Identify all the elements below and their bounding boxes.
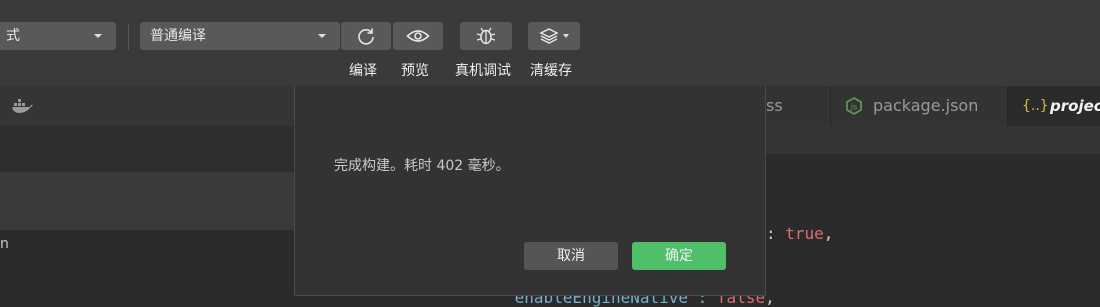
debug-label: 真机调试 (455, 63, 511, 79)
chevron-down-icon (318, 34, 326, 38)
code-line: : true, (766, 224, 834, 243)
toolbar-divider (128, 24, 129, 50)
sidebar-row (0, 172, 294, 230)
chevron-down-icon (94, 34, 102, 38)
eye-icon (406, 30, 430, 42)
editor-breadcrumb-bar (766, 126, 1100, 154)
compile-label: 编译 (349, 63, 377, 79)
nodejs-icon: js (846, 97, 862, 115)
svg-text:js: js (850, 103, 857, 112)
chevron-down-icon (563, 34, 569, 38)
tab-package-json[interactable]: js package.json (831, 86, 1007, 126)
tab-css[interactable]: ss (766, 86, 830, 126)
compile-mode-select[interactable]: 普通编译 (140, 22, 340, 50)
compile-button[interactable] (341, 22, 391, 50)
bug-icon (476, 27, 496, 45)
mode-select-value: 式 (6, 28, 20, 44)
mode-select[interactable]: 式 (0, 22, 116, 50)
remote-debug-button[interactable] (460, 22, 512, 50)
docker-icon[interactable] (11, 98, 33, 114)
preview-button[interactable] (393, 22, 443, 50)
preview-label: 预览 (401, 63, 429, 79)
dialog-message: 完成构建。耗时 402 毫秒。 (334, 158, 510, 174)
json-braces-icon: {..} (1022, 98, 1049, 114)
clear-cache-label: 清缓存 (530, 63, 572, 79)
refresh-icon (358, 28, 374, 45)
build-complete-dialog: 完成构建。耗时 402 毫秒。 取消 确定 (294, 86, 766, 296)
sidebar-row: n (0, 230, 294, 302)
sidebar-row (0, 126, 294, 172)
tab-label: project (1050, 97, 1100, 115)
clear-cache-button[interactable] (528, 22, 580, 50)
tab-label: package.json (873, 96, 979, 115)
sidebar-header (0, 86, 294, 126)
sidebar-row-label: n (0, 236, 9, 252)
tab-project-config[interactable]: {..} project (1008, 86, 1100, 126)
tab-label: ss (766, 96, 783, 115)
cancel-button[interactable]: 取消 (524, 242, 618, 270)
confirm-button[interactable]: 确定 (632, 242, 726, 270)
layers-icon (539, 28, 559, 44)
compile-mode-value: 普通编译 (150, 28, 206, 44)
